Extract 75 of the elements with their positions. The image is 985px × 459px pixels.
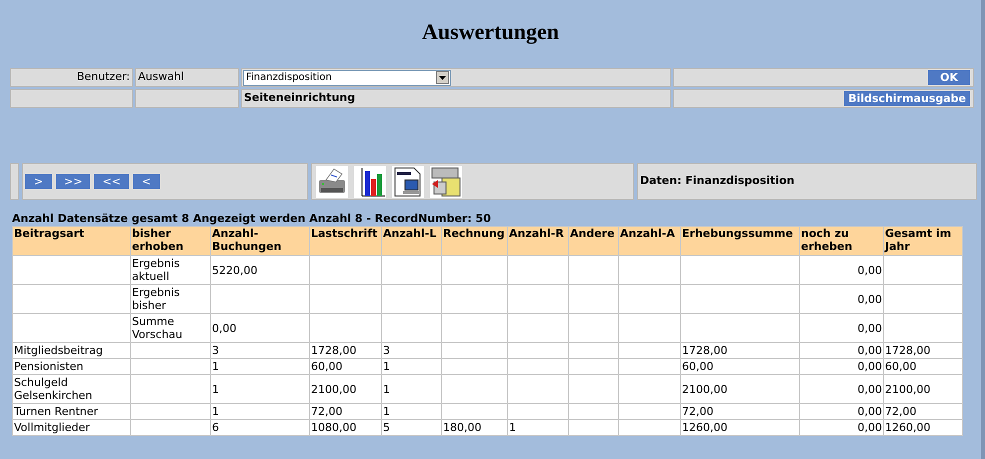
table-cell: 2100,00 (682, 382, 728, 396)
screen-output-button[interactable]: Bildschirmausgabe (844, 91, 970, 106)
printer-icon[interactable] (316, 166, 348, 198)
table-cell: 1728,00 (311, 344, 356, 357)
page-setup-label: Seiteneinrichtung (244, 90, 356, 106)
table-cell: Ergebnis aktuell (132, 257, 180, 283)
column-header: Anzahl-Buchungen (210, 226, 310, 256)
toolbar-handle (10, 163, 19, 200)
table-cell: Turnen Rentner (14, 405, 98, 418)
document-computer-icon[interactable] (392, 166, 424, 198)
table-cell: 0,00 (212, 322, 236, 334)
column-header: Beitragsart (12, 226, 130, 256)
table-cell: 60,00 (311, 360, 342, 373)
navigation-button[interactable]: << (94, 174, 129, 189)
table-cell: 1728,00 (885, 344, 930, 357)
table-cell: Ergebnis bisher (132, 286, 180, 312)
column-header: Andere (568, 226, 618, 256)
record-summary: Anzahl Datensätze gesamt 8 Angezeigt werden Anzahl 8 - RecordNumber: 50 (12, 210, 491, 227)
table-cell: 1260,00 (682, 421, 728, 434)
column-header: Rechnung (442, 226, 508, 256)
navigation-button[interactable]: < (132, 174, 160, 189)
ok-button[interactable]: OK (928, 70, 970, 85)
table-cell: Mitgliedsbeitrag (14, 344, 103, 357)
table-cell: Vollmitglieder (14, 421, 90, 434)
table-cell: 0,00 (858, 421, 882, 434)
table-cell: 1 (383, 405, 390, 418)
table-cell: 5220,00 (212, 264, 258, 276)
navigation-button[interactable]: >> (56, 174, 90, 189)
column-header: noch zu erheben (800, 226, 884, 256)
column-header: Anzahl-A (618, 226, 680, 256)
table-cell: 72,00 (682, 405, 714, 418)
column-header: Anzahl-R (508, 226, 568, 256)
table-cell: 1 (212, 360, 219, 373)
table-cell: 1 (212, 382, 219, 396)
column-header: Anzahl-L (382, 226, 442, 256)
table-cell: 3 (383, 344, 390, 357)
table-cell: 60,00 (885, 360, 916, 373)
table-cell: 1 (212, 405, 219, 418)
page-title: Auswertungen (422, 18, 559, 46)
table-cell: 1 (509, 421, 516, 434)
table-cell: 180,00 (443, 421, 482, 434)
table-cell: 0,00 (858, 344, 882, 357)
table-cell: 0,00 (858, 405, 882, 418)
table-cell: 2100,00 (885, 382, 930, 396)
table-cell: 5 (383, 421, 390, 434)
column-header: Lastschrift (310, 226, 382, 256)
report-select[interactable]: Finanzdisposition (243, 70, 451, 86)
table-cell: 1728,00 (682, 344, 728, 357)
table-cell: 1080,00 (311, 421, 356, 434)
table-cell: Pensionisten (14, 360, 84, 373)
column-header: Erhebungssumme (680, 226, 800, 256)
table-cell: 6 (212, 421, 219, 434)
column-header: Gesamt im Jahr (884, 226, 962, 256)
table-cell: 2100,00 (311, 382, 356, 396)
user-value: Auswahl (138, 69, 184, 86)
table-cell: 0,00 (858, 322, 882, 334)
table-cell: 0,00 (858, 360, 882, 373)
user-label: Benutzer: (76, 69, 130, 86)
table-cell: 3 (212, 344, 219, 357)
table-cell: Summe Vorschau (132, 315, 182, 341)
table-cell: 0,00 (858, 292, 882, 306)
table-cell: 1 (383, 360, 390, 373)
table-cell: 1260,00 (885, 421, 930, 434)
table-cell: Schulgeld Gelsenkirchen (14, 376, 92, 402)
data-source-label: Daten: Finanzdisposition (640, 173, 794, 190)
table-cell: 72,00 (885, 405, 916, 418)
table-cell: 1 (383, 382, 390, 396)
table-cell: 0,00 (858, 264, 882, 276)
bar-chart-icon[interactable] (354, 166, 386, 198)
table-cell: 72,00 (311, 405, 342, 418)
table-cell: 0,00 (858, 382, 882, 396)
disk-transfer-icon[interactable] (430, 166, 462, 198)
navigation-button[interactable]: > (25, 174, 52, 189)
table-cell: 60,00 (682, 360, 714, 373)
column-header: bisher erhoben (130, 226, 210, 256)
